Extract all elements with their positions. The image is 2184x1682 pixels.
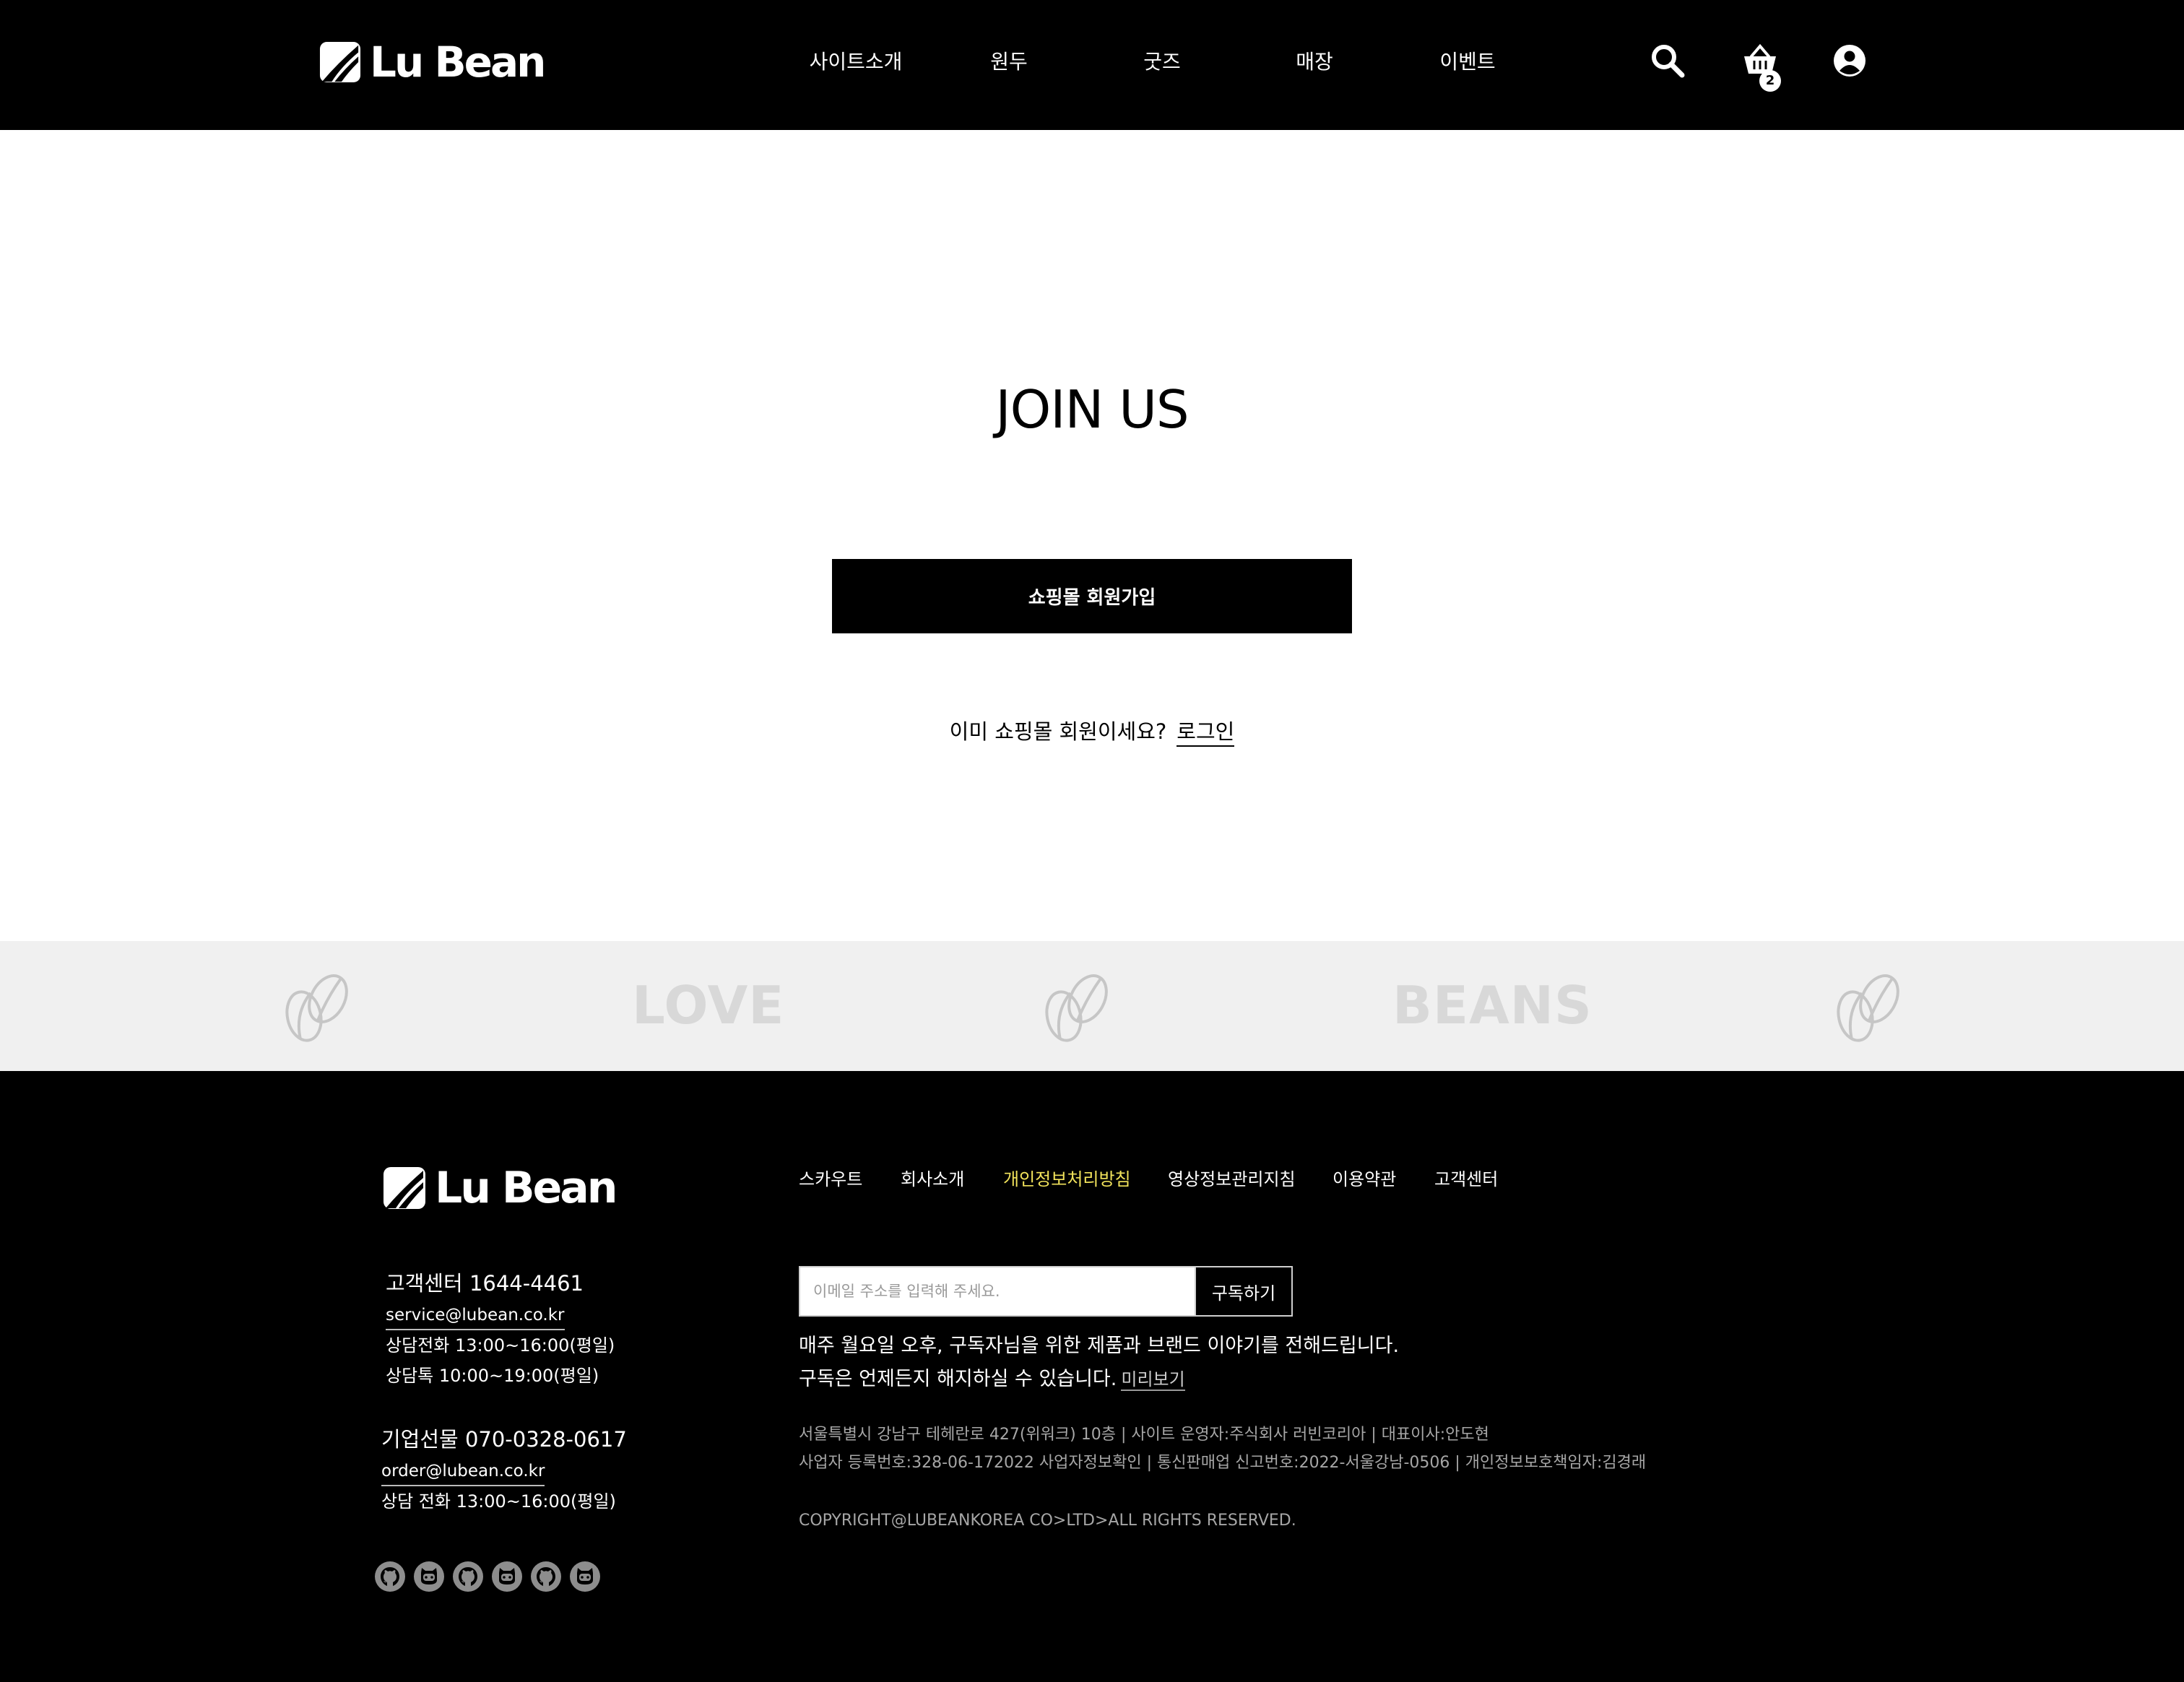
lubean-logo-mark-icon — [319, 41, 361, 83]
nav-item-about[interactable]: 사이트소개 — [798, 48, 914, 77]
site-header: Lu Bean 사이트소개 원두 굿즈 매장 이벤트 2 — [0, 0, 2184, 130]
coffee-bean-icon — [285, 974, 348, 1042]
newsletter-desc-line1: 매주 월요일 오후, 구독자님을 위한 제품과 브랜드 이야기를 전해드립니다. — [799, 1335, 1400, 1357]
company-info-line1: 서울특별시 강남구 테헤란로 427(위워크) 10층 | 사이트 운영자:주식… — [799, 1426, 1489, 1444]
footer-logo[interactable]: Lu Bean — [383, 1163, 618, 1213]
customer-center-title: 고객센터 1644-4461 — [386, 1271, 584, 1296]
company-info: 서울특별시 강남구 테헤란로 427(위워크) 10층 | 사이트 운영자:주식… — [799, 1421, 1646, 1477]
github-icon[interactable] — [374, 1561, 406, 1592]
corporate-gift-email[interactable]: order@lubean.co.kr — [381, 1459, 545, 1486]
nav-item-events[interactable]: 이벤트 — [1410, 48, 1525, 77]
page-title: JOIN US — [995, 379, 1189, 440]
subscribe-button[interactable]: 구독하기 — [1195, 1267, 1291, 1315]
footer-logo-text: Lu Bean — [435, 1163, 618, 1213]
footer-link-support[interactable]: 고객센터 — [1434, 1165, 1498, 1194]
login-prompt-text: 이미 쇼핑몰 회원이세요? — [949, 719, 1167, 744]
login-prompt-row: 이미 쇼핑몰 회원이세요? 로그인 — [0, 715, 2184, 748]
copyright-text: COPYRIGHT@LUBEANKOREA CO>LTD>ALL RIGHTS … — [799, 1512, 1296, 1530]
customer-center-email[interactable]: service@lubean.co.kr — [386, 1303, 565, 1330]
customer-center-phone-hours: 상담전화 13:00~16:00(평일) — [386, 1335, 615, 1356]
github-icon[interactable] — [452, 1561, 484, 1592]
newsletter-email-input[interactable] — [800, 1267, 1195, 1315]
banner-word-beans: BEANS — [1392, 975, 1592, 1036]
customer-center-info: 고객센터 1644-4461 service@lubean.co.kr 상담전화… — [386, 1267, 615, 1391]
company-info-line2: 사업자 등록번호:328-06-172022 사업자정보확인 | 통신판매업 신… — [799, 1454, 1647, 1472]
corporate-gift-phone-hours: 상담 전화 13:00~16:00(평일) — [381, 1491, 616, 1512]
logo-text: Lu Bean — [370, 38, 546, 87]
coffee-bean-icon — [1045, 974, 1108, 1042]
search-icon[interactable] — [1650, 43, 1685, 78]
corporate-gift-title: 기업선물 070-0328-0617 — [381, 1427, 627, 1452]
footer-link-company[interactable]: 회사소개 — [901, 1165, 964, 1194]
shop-signup-button[interactable]: 쇼핑몰 회원가입 — [832, 559, 1352, 633]
nav-item-beans[interactable]: 원두 — [951, 48, 1067, 77]
logo[interactable]: Lu Bean — [319, 38, 546, 87]
coffee-bean-icon — [1837, 974, 1899, 1042]
nav-item-goods[interactable]: 굿즈 — [1104, 48, 1220, 77]
cat-icon[interactable] — [491, 1561, 523, 1592]
user-account-icon[interactable] — [1832, 43, 1867, 78]
nav-item-stores[interactable]: 매장 — [1257, 48, 1372, 77]
newsletter-desc-line2: 구독은 언제든지 해지하실 수 있습니다. — [799, 1368, 1117, 1390]
newsletter-form: 구독하기 — [799, 1266, 1293, 1317]
newsletter-description: 매주 월요일 오후, 구독자님을 위한 제품과 브랜드 이야기를 전해드립니다.… — [799, 1330, 1399, 1396]
cat-icon[interactable] — [413, 1561, 445, 1592]
customer-center-chat-hours: 상담톡 10:00~19:00(평일) — [386, 1366, 599, 1386]
footer-link-terms[interactable]: 이용약관 — [1332, 1165, 1396, 1194]
footer-link-cctv-policy[interactable]: 영상정보관리지침 — [1168, 1165, 1296, 1194]
lubean-logo-mark-icon — [384, 1167, 425, 1209]
login-link[interactable]: 로그인 — [1176, 719, 1235, 747]
banner-word-love: LOVE — [632, 975, 785, 1036]
cart-count-badge: 2 — [1759, 70, 1781, 92]
corporate-gift-info: 기업선물 070-0328-0617 order@lubean.co.kr 상담… — [381, 1423, 627, 1517]
newsletter-preview-link[interactable]: 미리보기 — [1121, 1369, 1185, 1391]
github-icon[interactable] — [530, 1561, 562, 1592]
newsletter-desc-line2-row: 구독은 언제든지 해지하실 수 있습니다. 미리보기 — [799, 1363, 1399, 1396]
site-footer: Lu Bean 스카우트 회사소개 개인정보처리방침 영상정보관리지침 이용약관… — [0, 1071, 2184, 1682]
cat-icon[interactable] — [569, 1561, 601, 1592]
brand-banner: LOVE BEANS — [0, 941, 2184, 1071]
footer-link-privacy[interactable]: 개인정보처리방침 — [1003, 1165, 1131, 1194]
footer-link-scout[interactable]: 스카우트 — [799, 1165, 862, 1194]
